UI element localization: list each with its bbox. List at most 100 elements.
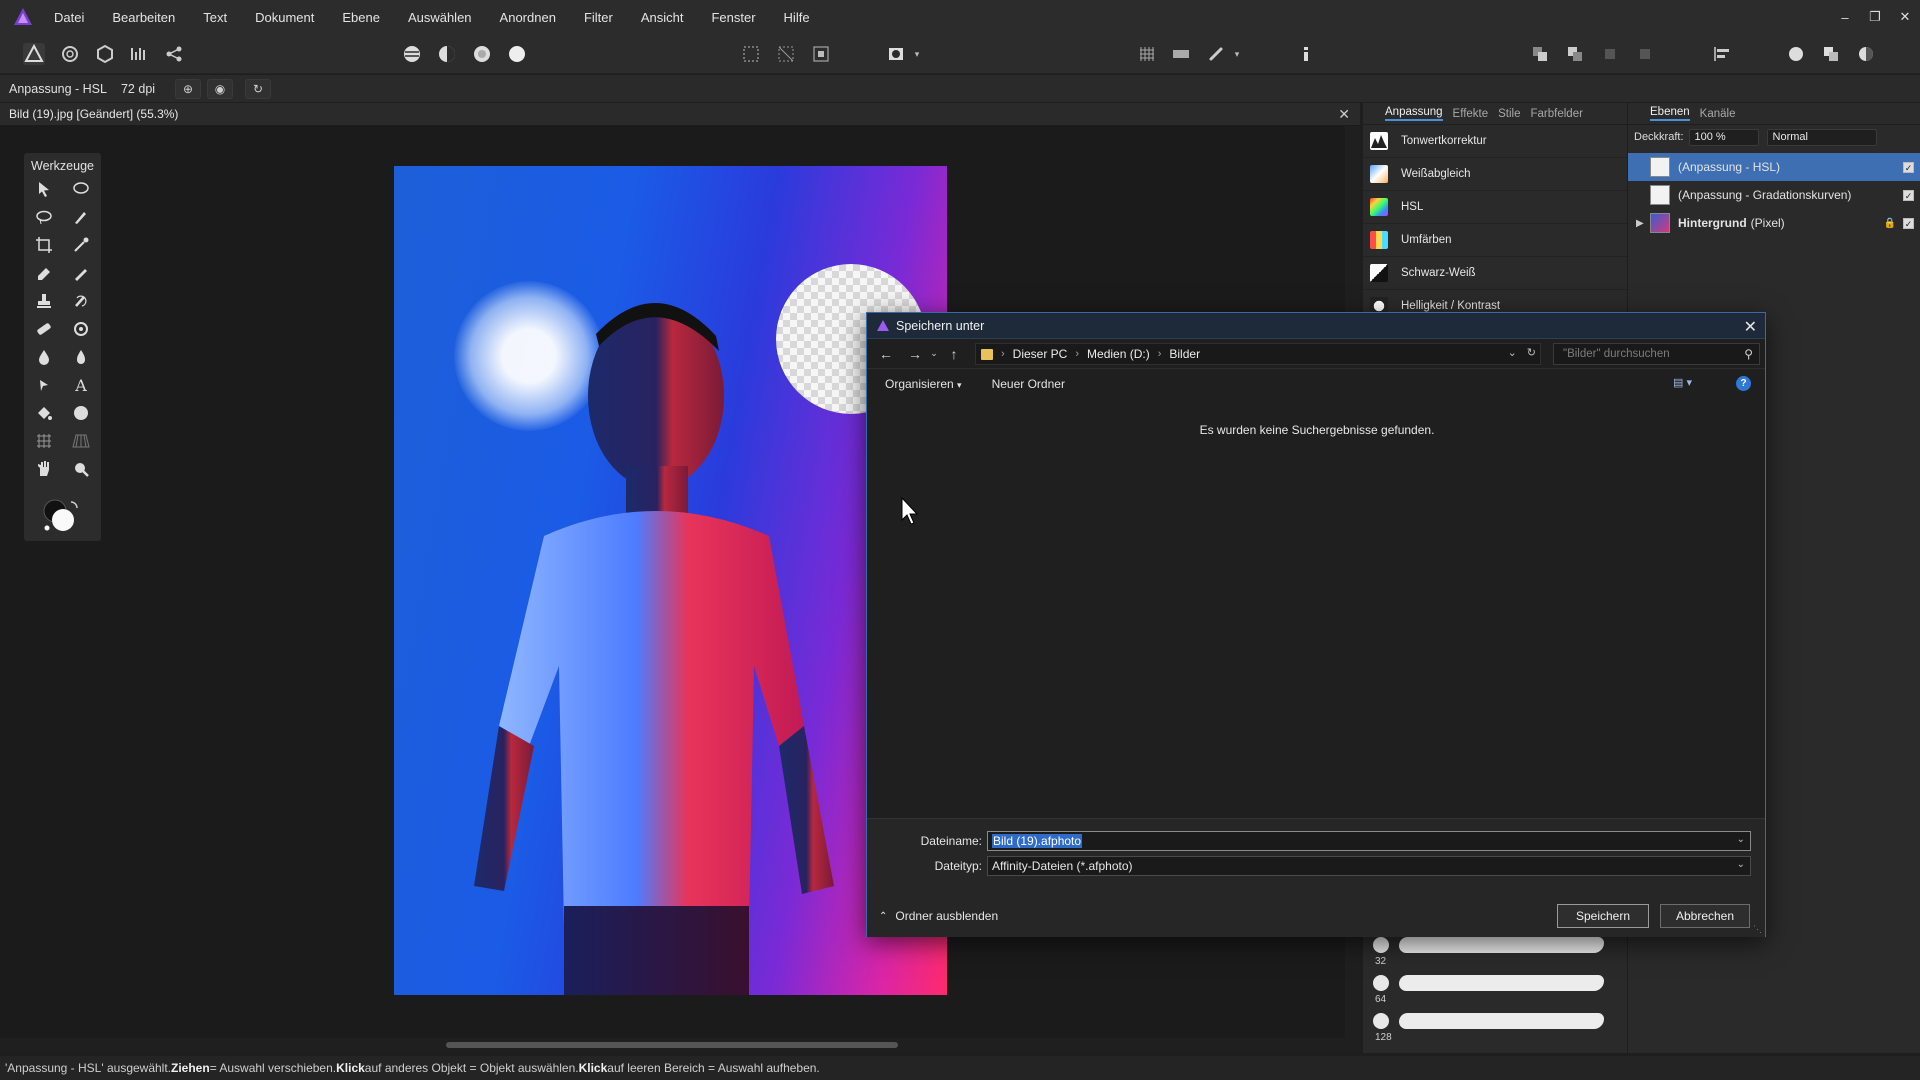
opacity-input[interactable]: 100 % — [1688, 128, 1759, 146]
menu-auswaehlen[interactable]: Auswählen — [408, 10, 472, 25]
auto-levels-icon[interactable] — [401, 43, 423, 65]
breadcrumb-item[interactable]: Medien (D:) — [1087, 347, 1150, 361]
menu-fenster[interactable]: Fenster — [711, 10, 755, 25]
crosshair-icon[interactable]: ⊕ — [175, 78, 202, 99]
auto-contrast-icon[interactable] — [436, 43, 458, 65]
lock-icon[interactable]: 🔒 — [1884, 218, 1896, 229]
zoom-tool-icon[interactable] — [70, 458, 92, 480]
flood-fill-tool-icon[interactable] — [33, 402, 55, 424]
tab-kanaele[interactable]: Kanäle — [1700, 108, 1736, 120]
close-window-icon[interactable]: ✕ — [1890, 0, 1920, 34]
refresh-icon[interactable]: ↻ — [1527, 346, 1536, 359]
crop-tool-icon[interactable] — [33, 234, 55, 256]
back-arrow-icon[interactable]: ← — [875, 343, 897, 365]
chevron-down-icon[interactable]: ⌄ — [1508, 346, 1517, 359]
alignment-icon[interactable] — [1711, 43, 1733, 65]
shape-tool-icon[interactable] — [70, 402, 92, 424]
mesh-warp-tool-icon[interactable] — [33, 430, 55, 452]
tab-effekte[interactable]: Effekte — [1453, 108, 1489, 120]
align-toolbar-icon[interactable] — [1170, 43, 1192, 65]
close-document-icon[interactable]: ✕ — [1338, 106, 1350, 123]
paint-brush-tool-icon[interactable] — [70, 206, 92, 228]
menu-bearbeiten[interactable]: Bearbeiten — [112, 10, 175, 25]
snapping-icon[interactable] — [1205, 43, 1227, 65]
menu-datei[interactable]: Datei — [54, 10, 84, 25]
new-folder-button[interactable]: Neuer Ordner — [992, 377, 1065, 391]
visibility-checkbox[interactable]: ✓ — [1903, 161, 1914, 173]
node-tool-icon[interactable] — [33, 374, 55, 396]
horizontal-scrollbar[interactable] — [0, 1038, 1345, 1052]
help-icon[interactable]: ? — [1736, 376, 1751, 391]
clone-stamp-tool-icon[interactable] — [33, 290, 55, 312]
minimize-icon[interactable]: – — [1830, 0, 1860, 34]
text-tool-icon[interactable]: A — [70, 374, 92, 396]
menu-ebene[interactable]: Ebene — [342, 10, 380, 25]
arrange-forward-icon[interactable] — [1599, 43, 1621, 65]
perspective-tool-icon[interactable] — [70, 430, 92, 452]
chevron-down-icon[interactable]: ⌄ — [1737, 834, 1745, 845]
menu-dokument[interactable]: Dokument — [255, 10, 314, 25]
tone-mapping-persona-icon[interactable] — [128, 43, 150, 65]
transform-icon[interactable]: ◉ — [207, 78, 234, 99]
undo-brush-tool-icon[interactable] — [70, 290, 92, 312]
color-mode-icon[interactable] — [1855, 43, 1877, 65]
adjustment-white-balance[interactable]: Weißabgleich — [1363, 158, 1627, 191]
chevron-down-icon[interactable]: ⌄ — [1737, 859, 1745, 870]
eraser-tool-icon[interactable] — [33, 262, 55, 284]
scrollbar-thumb[interactable] — [446, 1042, 898, 1048]
liquify-persona-icon[interactable] — [59, 43, 81, 65]
dodge-tool-icon[interactable] — [33, 346, 55, 368]
pencil-tool-icon[interactable] — [70, 262, 92, 284]
adjustment-black-white[interactable]: Schwarz-Weiß — [1363, 257, 1627, 290]
organize-button[interactable]: Organisieren ▾ — [885, 377, 962, 391]
deselect-icon[interactable] — [775, 43, 797, 65]
visibility-checkbox[interactable]: ✓ — [1903, 189, 1914, 201]
chevron-down-icon[interactable]: ▾ — [1232, 43, 1242, 65]
resize-grip-icon[interactable]: ⋱ — [1753, 924, 1762, 935]
recent-locations-icon[interactable]: ⌄ — [928, 343, 940, 365]
select-all-icon[interactable] — [740, 43, 762, 65]
brush-preset[interactable] — [1373, 1013, 1604, 1029]
expand-arrow-icon[interactable]: ▶ — [1636, 218, 1644, 229]
reset-icon[interactable]: ↻ — [245, 78, 272, 99]
breadcrumb-item[interactable]: Bilder — [1169, 347, 1200, 361]
up-arrow-icon[interactable]: ↑ — [943, 343, 965, 365]
menu-filter[interactable]: Filter — [584, 10, 613, 25]
arrange-back-icon[interactable] — [1529, 43, 1551, 65]
document-image[interactable] — [394, 166, 947, 995]
arrange-front-icon[interactable] — [1564, 43, 1586, 65]
blur-brush-tool-icon[interactable] — [70, 346, 92, 368]
boolean-icon[interactable] — [1820, 43, 1842, 65]
tab-anpassung[interactable]: Anpassung — [1385, 106, 1443, 121]
develop-persona-icon[interactable] — [94, 43, 116, 65]
tab-ebenen[interactable]: Ebenen — [1650, 106, 1690, 121]
adjustment-levels[interactable]: Tonwertkorrektur — [1363, 125, 1627, 158]
selection-brush-tool-icon[interactable] — [70, 178, 92, 200]
arrange-backward-icon[interactable] — [1634, 43, 1656, 65]
layer-row[interactable]: ▶ Hintergrund (Pixel) 🔒 ✓ — [1628, 209, 1920, 237]
export-persona-icon[interactable] — [163, 43, 185, 65]
restore-icon[interactable]: ❐ — [1860, 0, 1890, 34]
lasso-tool-icon[interactable] — [33, 206, 55, 228]
invert-selection-icon[interactable] — [810, 43, 832, 65]
tab-stile[interactable]: Stile — [1498, 108, 1520, 120]
breadcrumb-item[interactable]: Dieser PC — [1013, 347, 1068, 361]
save-button[interactable]: Speichern — [1557, 904, 1649, 928]
brush-preset[interactable] — [1373, 975, 1604, 991]
tab-farbfelder[interactable]: Farbfelder — [1531, 108, 1583, 120]
quick-mask-icon[interactable] — [885, 43, 907, 65]
menu-hilfe[interactable]: Hilfe — [784, 10, 810, 25]
forward-arrow-icon[interactable]: → — [904, 343, 926, 365]
close-icon[interactable]: ✕ — [1744, 317, 1757, 337]
document-tab[interactable]: Bild (19).jpg [Geändert] (55.3%) — [9, 107, 178, 121]
color-swatches[interactable] — [41, 498, 81, 534]
cancel-button[interactable]: Abbrechen — [1660, 904, 1750, 928]
blend-mode-select[interactable]: Normal — [1766, 128, 1877, 146]
filetype-select[interactable]: Affinity-Dateien (*.afphoto) ⌄ — [987, 856, 1751, 876]
layer-row[interactable]: (Anpassung - Gradationskurven) ✓ — [1628, 181, 1920, 209]
hide-folders-toggle[interactable]: ⌃ Ordner ausblenden — [879, 909, 998, 923]
filename-input[interactable]: Bild (19).afphoto ⌄ — [987, 831, 1751, 851]
brush-preset[interactable] — [1373, 937, 1604, 953]
view-tool-icon[interactable] — [33, 458, 55, 480]
assistant-icon[interactable] — [1785, 43, 1807, 65]
